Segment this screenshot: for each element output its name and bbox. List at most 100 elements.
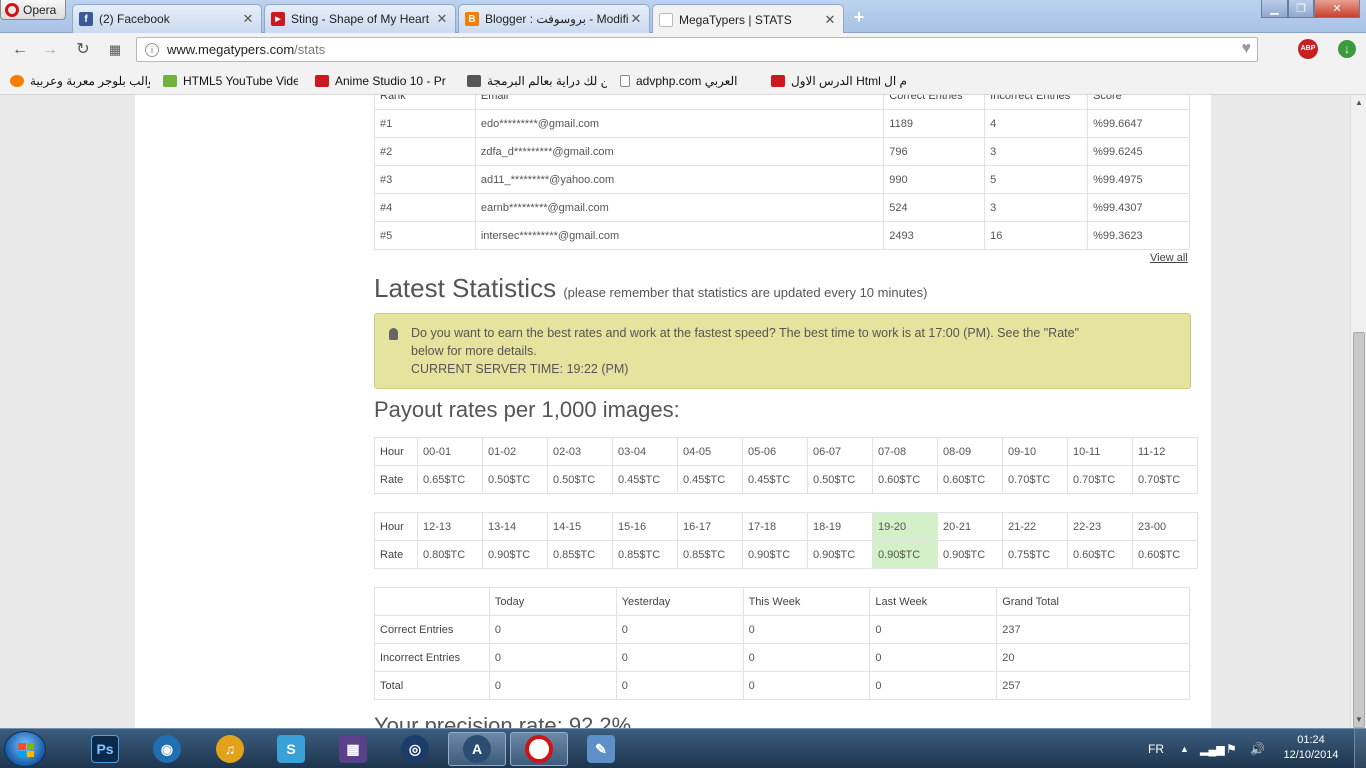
minimize-button[interactable]: ▁ [1261, 0, 1288, 18]
taskbar-photoshop[interactable]: Ps [76, 732, 134, 766]
bookmark-heart-icon[interactable]: ♥ [1242, 40, 1252, 58]
table-header-row: Rank Email Correct Entries Incorrect Ent… [374, 95, 1190, 110]
table-row: Incorrect Entries 0 0 0 0 20 [374, 643, 1190, 672]
rate-cell: 0.85$TC [677, 540, 743, 569]
rate-cell: 0.80$TC [417, 540, 483, 569]
network-signal-icon[interactable]: ▂▄▆ [1200, 729, 1225, 768]
blogger-icon [10, 75, 24, 87]
speed-dial-icon[interactable]: ▦ [104, 39, 126, 61]
this-week-cell: 0 [742, 615, 871, 644]
page-icon [620, 75, 630, 87]
rate-label: Rate [374, 540, 418, 569]
hour-cell: 03-04 [612, 437, 678, 466]
tab-youtube[interactable]: ▶ Sting - Shape of My Heart ✕ [264, 4, 456, 33]
system-clock[interactable]: 01:24 12/10/2014 [1278, 733, 1344, 763]
start-button[interactable] [4, 731, 46, 767]
bookmark-item[interactable]: الدرس الاول Html ام ال [771, 72, 906, 90]
scroll-down-icon[interactable]: ▼ [1351, 712, 1366, 728]
scroll-up-icon[interactable]: ▲ [1351, 95, 1366, 111]
bookmark-item[interactable]: قوالب بلوجر معربة وعربية [10, 72, 150, 90]
bookmarks-bar: قوالب بلوجر معربة وعربية HTML5 YouTube V… [0, 66, 1366, 95]
rate-cell: 0.65$TC [417, 465, 483, 494]
rate-cell: 0.45$TC [742, 465, 808, 494]
taskbar-cinema4d[interactable]: ◎ [386, 732, 444, 766]
taskbar-opera[interactable]: O [510, 732, 568, 766]
clock-date: 12/10/2014 [1283, 749, 1339, 761]
site-info-icon[interactable]: i [145, 42, 159, 57]
payout-rates-table-am: Hour 00-01 01-02 02-03 03-04 04-05 05-06… [374, 437, 1198, 494]
forward-icon[interactable]: → [39, 39, 61, 61]
bookmark-item[interactable]: HTML5 YouTube Vide [163, 72, 298, 90]
maximize-button[interactable]: ❐ [1288, 0, 1314, 18]
hour-cell: 14-15 [547, 512, 613, 541]
rate-cell: 0.50$TC [807, 465, 873, 494]
opera-menu-button[interactable]: Opera [0, 0, 66, 20]
page-scrollbar[interactable]: ▲ ▼ [1350, 95, 1366, 728]
alert-text-line: below for more details. [411, 344, 537, 358]
rank-cell: #4 [374, 193, 476, 222]
taskbar-fl-studio[interactable]: ♫ [201, 732, 259, 766]
rate-row: Rate 0.80$TC 0.90$TC 0.85$TC 0.85$TC 0.8… [374, 540, 1198, 569]
rate-label: Rate [374, 465, 418, 494]
view-all-link[interactable]: View all [1150, 252, 1188, 264]
hour-cell: 02-03 [547, 437, 613, 466]
tab-strip: Opera f (2) Facebook ✕ ▶ Sting - Shape o… [0, 0, 1366, 34]
reload-icon[interactable]: ↻ [72, 39, 94, 61]
current-rate-cell: 0.90$TC [872, 540, 938, 569]
address-bar[interactable]: i www.megatypers.com/stats ♥ [136, 37, 1258, 62]
close-icon[interactable]: ✕ [823, 12, 837, 28]
action-center-icon[interactable]: ⚑ [1226, 729, 1237, 768]
new-tab-button[interactable]: + [848, 8, 870, 26]
download-icon[interactable]: ↓ [1338, 40, 1356, 58]
show-hidden-icons-icon[interactable]: ▲ [1180, 729, 1189, 768]
avatar-icon [467, 75, 481, 87]
email-cell: intersec*********@gmail.com [474, 221, 885, 250]
tab-megatypers[interactable]: MegaTypers | STATS ✕ [652, 4, 844, 34]
rate-row: Rate 0.65$TC 0.50$TC 0.50$TC 0.45$TC 0.4… [374, 465, 1198, 494]
taskbar-media-player[interactable]: ◉ [138, 732, 196, 766]
hour-cell: 20-21 [937, 512, 1003, 541]
scrollbar-thumb[interactable] [1353, 332, 1365, 728]
rate-cell: 0.60$TC [937, 465, 1003, 494]
bookmark-item[interactable]: كن لك دراية بعالم البرمجة [467, 72, 607, 90]
score-cell: %99.4975 [1087, 165, 1190, 194]
column-header: Score [1087, 95, 1190, 110]
this-week-cell: 0 [742, 671, 871, 700]
close-icon[interactable]: ✕ [629, 11, 643, 27]
address-url[interactable]: www.megatypers.com/stats [167, 42, 325, 57]
rate-cell: 0.90$TC [937, 540, 1003, 569]
taskbar-movie-maker[interactable]: ▦ [324, 732, 382, 766]
table-row: Total 0 0 0 0 257 [374, 671, 1190, 700]
taskbar-anime-studio[interactable]: A [448, 732, 506, 766]
youtube-icon [771, 75, 785, 87]
language-indicator[interactable]: FR [1148, 729, 1164, 768]
yesterday-cell: 0 [615, 643, 744, 672]
grand-total-cell: 20 [996, 643, 1190, 672]
close-icon[interactable]: ✕ [241, 11, 255, 27]
rate-cell: 0.75$TC [1002, 540, 1068, 569]
bookmark-item[interactable]: Anime Studio 10 - Pr [315, 72, 450, 90]
close-icon[interactable]: ✕ [435, 11, 449, 27]
column-header: Rank [374, 95, 476, 110]
back-icon[interactable]: ← [9, 39, 31, 61]
paint-icon: ✎ [587, 735, 615, 763]
taskbar-paint[interactable]: ✎ [572, 732, 630, 766]
statistics-note: (please remember that statistics are upd… [563, 285, 928, 300]
adblock-icon[interactable]: ABP [1298, 39, 1318, 59]
volume-icon[interactable]: 🔊 [1250, 729, 1265, 768]
tab-facebook[interactable]: f (2) Facebook ✕ [72, 4, 262, 33]
column-header: Incorrect Entries [984, 95, 1089, 110]
today-cell: 0 [488, 671, 617, 700]
windows-taskbar: Ps ◉ ♫ S ▦ ◎ A O ✎ FR ▲ ▂▄▆ ⚑ 🔊 01:24 12… [0, 728, 1366, 768]
hour-cell: 22-23 [1067, 512, 1133, 541]
tab-blogger[interactable]: B Blogger : بروسوفت - Modific ✕ [458, 4, 650, 33]
taskbar-swish[interactable]: S [262, 732, 320, 766]
today-cell: 0 [488, 615, 617, 644]
opera-icon: O [525, 735, 553, 763]
bookmark-item[interactable]: advphp.com العربي [620, 72, 755, 90]
rate-cell: 0.90$TC [482, 540, 548, 569]
this-week-cell: 0 [742, 643, 871, 672]
show-desktop-button[interactable] [1354, 729, 1366, 768]
close-window-button[interactable]: ✕ [1314, 0, 1360, 18]
hour-cell: 07-08 [872, 437, 938, 466]
